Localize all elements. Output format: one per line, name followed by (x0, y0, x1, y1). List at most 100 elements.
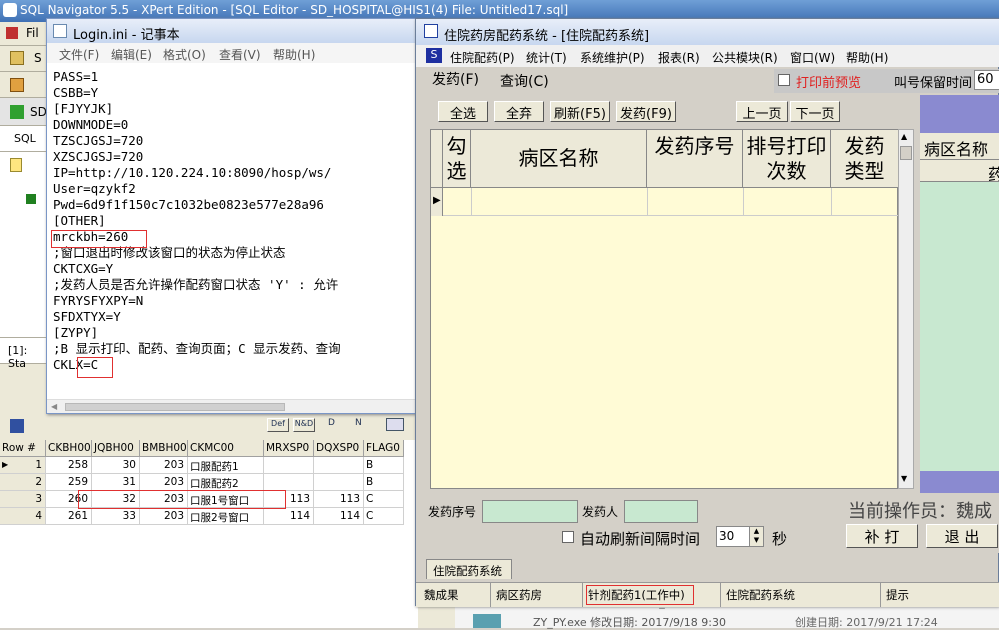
menu-reports[interactable]: 报表(R) (658, 49, 700, 66)
scroll-thumb[interactable] (900, 146, 912, 160)
menu-maintenance[interactable]: 系统维护(P) (580, 49, 645, 66)
header-print-count[interactable]: 排号打印次数 (743, 130, 831, 188)
grid-cell[interactable]: 31 (92, 474, 140, 491)
grid-cell[interactable]: C (364, 491, 404, 508)
grid-cell[interactable]: B (364, 457, 404, 474)
sqlnav-title-text: SQL Navigator 5.5 - XPert Edition - [SQL… (20, 3, 569, 17)
menu-dispense[interactable]: 住院配药(P) (450, 49, 515, 66)
mdi-tab-pharmacy[interactable]: 住院配药系统 (426, 559, 512, 579)
tree-node-icon[interactable] (26, 194, 36, 204)
table-vscroll[interactable]: ▲ ▼ (898, 129, 914, 489)
grid-cell[interactable]: 33 (92, 508, 140, 525)
grid-cell[interactable]: 口服2号窗口 (188, 508, 264, 525)
header-dispense-no[interactable]: 发药序号 (647, 130, 743, 188)
header-ward-name[interactable]: 病区名称 (471, 130, 647, 188)
reprint-button[interactable]: 补 打 (846, 524, 918, 548)
select-all-button[interactable]: 全选 (438, 101, 488, 122)
def-button[interactable]: Def (267, 418, 289, 432)
grid-cell[interactable]: B (364, 474, 404, 491)
database-icon[interactable] (10, 105, 24, 119)
grid-cell[interactable]: 114 (264, 508, 314, 525)
mdi-icon[interactable]: S (426, 48, 442, 63)
grid-cell[interactable]: 203 (140, 508, 188, 525)
pharmacy-menubar: S 住院配药(P) 统计(T) 系统维护(P) 报表(R) 公共模块(R) 窗口… (416, 45, 999, 67)
print-preview-checkbox[interactable] (778, 74, 790, 86)
new-file-icon[interactable] (10, 158, 22, 172)
menu-view[interactable]: 查看(V) (219, 46, 261, 63)
grid-view-icon[interactable] (386, 418, 404, 431)
tab-dispense[interactable]: 发药(F) (432, 69, 479, 89)
grid-header-1[interactable]: CKBH00 (46, 440, 92, 457)
scroll-down-icon[interactable]: ▼ (901, 474, 907, 483)
open-icon[interactable] (10, 78, 24, 92)
grid-cell[interactable]: C (364, 508, 404, 525)
grid-cell[interactable]: 203 (140, 474, 188, 491)
grid-header-5[interactable]: MRXSP0 (264, 440, 314, 457)
grid-cell[interactable]: 261 (46, 508, 92, 525)
dispense-no-input[interactable] (482, 500, 578, 523)
grid-cell[interactable]: 113 (314, 491, 364, 508)
scroll-thumb[interactable] (65, 403, 285, 411)
refresh-button[interactable]: 刷新(F5) (550, 101, 610, 122)
grid-header-2[interactable]: JQBH00 (92, 440, 140, 457)
grid-header-7[interactable]: FLAG0 (364, 440, 404, 457)
grid-header-4[interactable]: CKMC00 (188, 440, 264, 457)
grid-cell[interactable]: 4 (0, 508, 46, 525)
menu-common[interactable]: 公共模块(R) (712, 49, 778, 66)
prev-page-button[interactable]: 上一页 (736, 101, 788, 122)
grid-cell[interactable] (314, 457, 364, 474)
grid-cell[interactable]: 3 (0, 491, 46, 508)
dispense-panel: 全选 全弃 刷新(F5) 发药(F9) 上一页 下一页 勾选 病区名称 发药序号… (428, 95, 916, 493)
right-header-ward-name[interactable]: 病区名称 (920, 133, 999, 159)
tab-sql[interactable]: SQL (14, 132, 36, 145)
grid-header-6[interactable]: DQXSP0 (314, 440, 364, 457)
grid-cell[interactable] (314, 474, 364, 491)
right-table-body[interactable] (920, 181, 999, 471)
grid-cell[interactable]: 30 (92, 457, 140, 474)
grid-cell[interactable] (264, 474, 314, 491)
save-icon[interactable] (10, 419, 24, 433)
menu-help[interactable]: 帮助(H) (273, 46, 315, 63)
spinner-icon[interactable]: ▲ ▼ (749, 527, 763, 546)
menu-stats[interactable]: 统计(T) (526, 49, 567, 66)
deselect-all-button[interactable]: 全弃 (494, 101, 544, 122)
sqlnav-tabrow: SQL (0, 126, 46, 152)
menu-edit[interactable]: 编辑(E) (111, 46, 152, 63)
scroll-left-icon[interactable]: ◀ (51, 402, 57, 411)
sqlnav-db-row: SD (0, 98, 47, 126)
grid-cell[interactable]: 114 (314, 508, 364, 525)
grid-cell[interactable]: 258 (46, 457, 92, 474)
status-system: 住院配药系统 (726, 588, 795, 602)
horizontal-scrollbar[interactable]: ◀ (47, 399, 417, 413)
folder-icon[interactable] (10, 51, 24, 65)
grid-header-3[interactable]: BMBH00 (140, 440, 188, 457)
menu-file[interactable]: 文件(F) (59, 46, 99, 63)
grid-cell[interactable]: 口服配药2 (188, 474, 264, 491)
auto-refresh-checkbox[interactable] (562, 531, 574, 543)
right-panel: 病区名称 药 (920, 95, 999, 493)
grid-cell[interactable]: 203 (140, 457, 188, 474)
next-page-button[interactable]: 下一页 (790, 101, 840, 122)
grid-cell[interactable] (264, 457, 314, 474)
menu-file[interactable]: Fil (26, 26, 39, 40)
header-dispense-type[interactable]: 发药类型 (831, 130, 899, 188)
header-check[interactable]: 勾选 (443, 130, 471, 188)
keep-time-input[interactable]: 60 (974, 70, 999, 90)
dispenser-input[interactable] (624, 500, 698, 523)
grid-cell[interactable]: 259 (46, 474, 92, 491)
nd-button[interactable]: N&D (293, 418, 315, 432)
notepad-line: ;B 显示打印、配药、查询页面；C 显示发药、查询 (53, 341, 341, 356)
status-department: 病区药房 (496, 588, 542, 602)
grid-cell[interactable]: 口服配药1 (188, 457, 264, 474)
scroll-up-icon[interactable]: ▲ (901, 132, 907, 141)
exit-button[interactable]: 退 出 (926, 524, 998, 548)
menu-window[interactable]: 窗口(W) (790, 49, 835, 66)
dispense-button[interactable]: 发药(F9) (616, 101, 676, 122)
menu-help[interactable]: 帮助(H) (846, 49, 888, 66)
grid-header-0[interactable]: Row # (0, 440, 46, 457)
menu-format[interactable]: 格式(O) (163, 46, 206, 63)
d-button[interactable]: D (328, 418, 335, 428)
n-button[interactable]: N (355, 418, 362, 428)
tab-query[interactable]: 查询(C) (500, 71, 549, 91)
grid-cell[interactable]: 2 (0, 474, 46, 491)
